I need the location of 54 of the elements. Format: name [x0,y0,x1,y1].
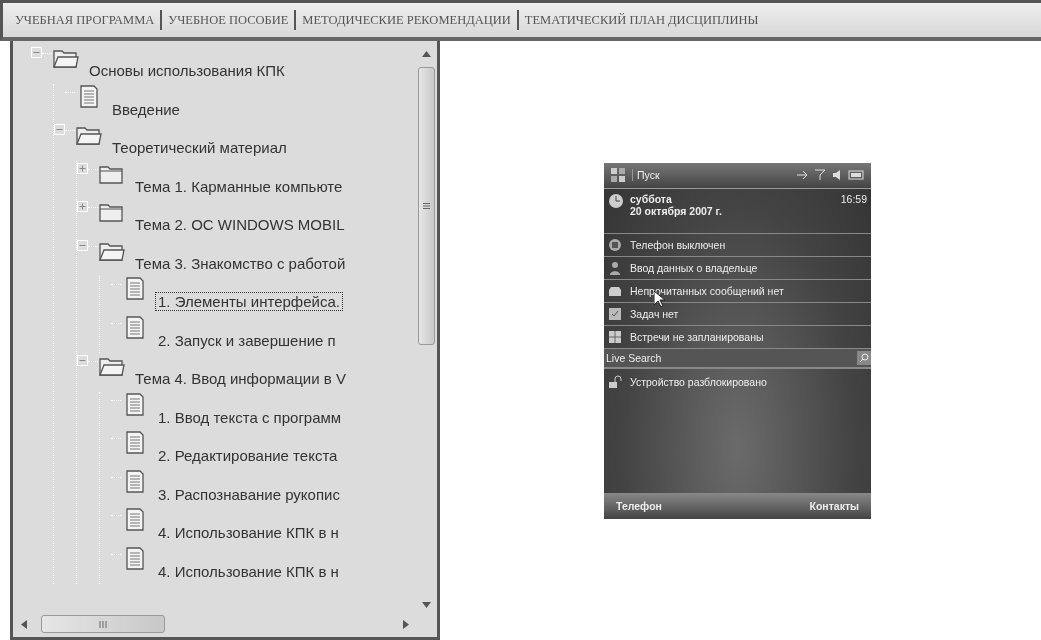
scroll-left-icon[interactable] [21,619,27,629]
search-field[interactable]: Live Search [604,348,871,369]
day-label: суббота [630,192,673,205]
softkey[interactable]: Контакты [809,499,859,512]
clock-icon [608,192,624,209]
unlock-icon [608,374,622,389]
scroll-right-icon[interactable] [403,619,409,629]
tree-item[interactable]: Тема 4. Ввод информации в V [132,369,349,388]
scroll-up-icon[interactable] [422,51,431,57]
softkey[interactable]: Телефон [616,499,662,512]
calendar-icon [608,329,622,344]
nav-link[interactable]: УЧЕБНАЯ ПРОГРАММА [9,12,161,28]
scrollbar-thumb[interactable] [41,615,165,633]
person-icon [608,260,622,275]
collapse-icon[interactable] [31,47,42,58]
expand-icon[interactable] [77,201,88,212]
scrollbar-thumb[interactable] [418,67,435,345]
windows-logo-icon[interactable] [610,167,626,183]
time-label: 16:59 [840,192,867,207]
checklist-icon [608,306,622,321]
tree-item[interactable]: Теоретический материал [109,138,290,157]
nav-link[interactable]: МЕТОДИЧЕСКИЕ РЕКОМЕНДАЦИИ [296,12,517,28]
nav-link[interactable]: УЧЕБНОЕ ПОСОБИЕ [162,12,295,28]
grip-icon [423,203,430,209]
tree-item[interactable]: 4. Использование КПК в н [155,523,342,542]
tree-item[interactable]: 2. Запуск и завершение п [155,330,339,350]
tree-item[interactable]: Тема 1. Карманные компьюте [132,176,346,196]
collapse-icon[interactable] [77,355,88,366]
date-label: 20 октября 2007 г. [630,204,723,217]
tree-item[interactable]: 3. Распознавание рукопис [155,484,343,504]
today-item[interactable]: Задач нет [630,307,679,320]
grip-icon [99,620,107,628]
tree-item[interactable]: Введение [109,99,183,119]
expand-icon[interactable] [77,162,88,174]
today-item[interactable]: Встречи не запланированы [630,330,764,343]
phone-icon [608,237,622,252]
tree-item[interactable]: Основы использования КПК [86,61,288,80]
today-item[interactable]: Ввод данных о владельце [630,261,758,274]
tree-item[interactable]: 1. Элементы интерфейса. [155,292,343,311]
today-item[interactable]: Непрочитанных сообщений нет [630,284,784,297]
tree-item[interactable]: 4. Использование КПК в н [155,561,342,581]
start-menu-label[interactable]: Пуск [632,169,660,181]
tree-item[interactable]: 2. Редактирование текста [155,446,341,465]
collapse-icon[interactable] [77,239,88,251]
tree-item[interactable]: Тема 2. ОС WINDOWS MOBIL [132,215,348,234]
nav-link[interactable]: ТЕМАТИЧЕСКИЙ ПЛАН ДИСЦИПЛИНЫ [518,12,765,28]
lock-status: Устройство разблокировано [630,375,767,388]
status-icons-drawing [795,169,865,181]
today-item[interactable]: Телефон выключен [630,238,726,251]
tree-item[interactable]: 1. Ввод текста с программ [155,407,345,427]
scroll-down-icon[interactable] [422,602,431,608]
tree-item[interactable]: Тема 3. Знакомство с работой [132,253,349,273]
collapse-icon[interactable] [54,124,65,135]
search-icon[interactable] [857,350,871,365]
